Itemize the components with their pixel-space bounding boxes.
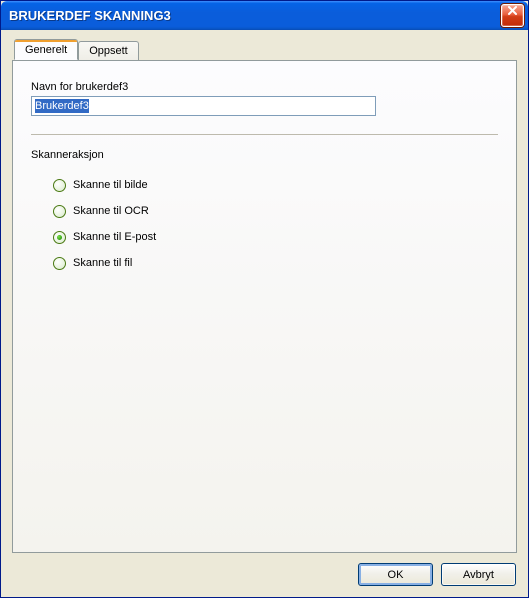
radio-scan-to-file[interactable]: Skanne til fil (53, 255, 498, 271)
tab-generelt[interactable]: Generelt (14, 39, 78, 60)
name-field-label: Navn for brukerdef3 (31, 81, 498, 93)
tab-panel-generelt: Navn for brukerdef3 Brukerdef3 Skannerak… (12, 60, 517, 553)
close-icon (507, 5, 518, 16)
dialog-button-row: OK Avbryt (358, 563, 516, 586)
button-label: Avbryt (463, 569, 494, 581)
window-title: BRUKERDEF SKANNING3 (9, 8, 171, 23)
name-input-value: Brukerdef3 (35, 99, 89, 113)
scanner-action-label: Skanneraksjon (31, 149, 498, 161)
tab-strip: Generelt Oppsett (14, 39, 139, 60)
scanner-action-group: Skanne til bilde Skanne til OCR Skanne t… (53, 177, 498, 271)
close-button[interactable] (501, 4, 524, 27)
radio-icon (53, 257, 66, 270)
ok-button[interactable]: OK (358, 563, 433, 586)
radio-scan-to-email[interactable]: Skanne til E-post (53, 229, 498, 245)
radio-icon (53, 205, 66, 218)
separator (31, 134, 498, 135)
radio-icon (53, 231, 66, 244)
tab-label: Oppsett (89, 45, 128, 57)
radio-scan-to-ocr[interactable]: Skanne til OCR (53, 203, 498, 219)
radio-icon (53, 179, 66, 192)
radio-label: Skanne til fil (73, 257, 132, 269)
titlebar: BRUKERDEF SKANNING3 (1, 1, 528, 30)
radio-label: Skanne til E-post (73, 231, 156, 243)
name-input[interactable]: Brukerdef3 (31, 96, 376, 116)
dialog-window: BRUKERDEF SKANNING3 Generelt Oppsett Nav… (0, 0, 529, 598)
tab-label: Generelt (25, 44, 67, 56)
radio-label: Skanne til bilde (73, 179, 148, 191)
radio-scan-to-image[interactable]: Skanne til bilde (53, 177, 498, 193)
tab-oppsett[interactable]: Oppsett (78, 41, 139, 60)
cancel-button[interactable]: Avbryt (441, 563, 516, 586)
client-area: Generelt Oppsett Navn for brukerdef3 Bru… (1, 30, 528, 597)
radio-label: Skanne til OCR (73, 205, 149, 217)
button-label: OK (388, 569, 404, 581)
